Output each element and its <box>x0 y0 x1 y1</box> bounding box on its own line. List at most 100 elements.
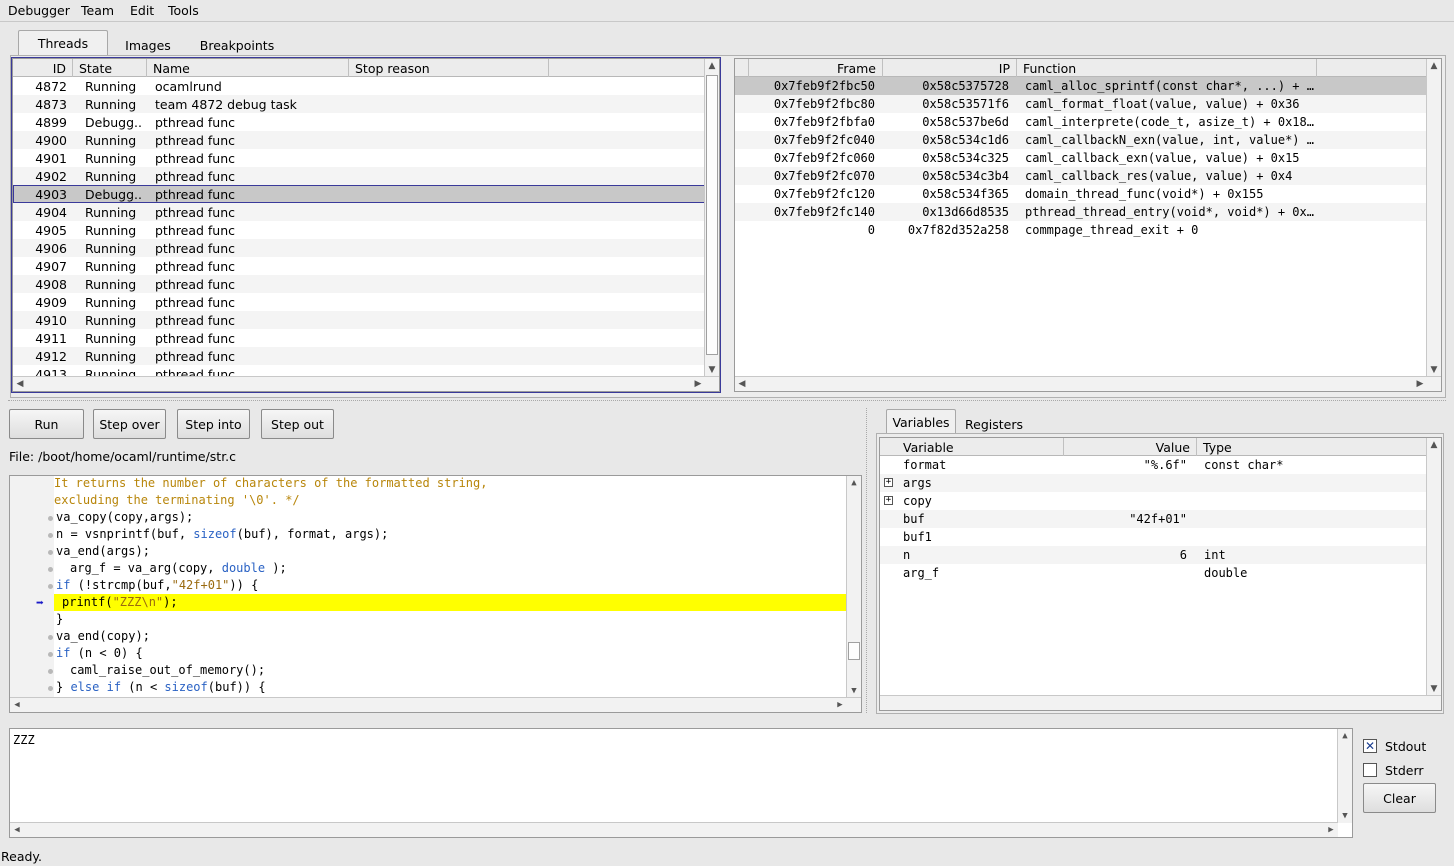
breakpoint-marker-icon[interactable] <box>48 686 53 691</box>
stdout-checkbox[interactable]: ✕ <box>1363 739 1377 753</box>
variables-hscrollbar[interactable] <box>880 695 1441 710</box>
threads-vscrollbar[interactable]: ▲ ▼ <box>704 59 719 377</box>
thread-row[interactable]: 4910 Running pthread func <box>13 311 705 329</box>
thread-row[interactable]: 4906 Running pthread func <box>13 239 705 257</box>
variable-row[interactable]: n 6 int <box>880 546 1426 564</box>
variable-row[interactable]: + copy <box>880 492 1426 510</box>
tab-images[interactable]: Images <box>114 32 182 56</box>
col-name[interactable]: Name <box>147 59 349 77</box>
stack-frame-row[interactable]: 0x7feb9f2fc060 0x58c534c325 caml_callback_… <box>735 149 1427 167</box>
console-vscrollbar[interactable]: ▲ ▼ <box>1337 729 1352 823</box>
code-hscrollbar[interactable]: ◀ ▶ <box>10 697 861 712</box>
scroll-up-icon[interactable]: ▲ <box>1427 59 1441 73</box>
console-output[interactable]: ZZZ ▲ ▼ ◀ ▶ <box>9 728 1353 838</box>
stack-frame-row[interactable]: 0x7feb9f2fbc50 0x58c5375728 caml_alloc_spr… <box>735 77 1427 95</box>
stderr-checkbox[interactable] <box>1363 763 1377 777</box>
breakpoint-marker-icon[interactable] <box>48 533 53 538</box>
scroll-down-icon[interactable]: ▼ <box>1427 363 1441 377</box>
stack-frame-row[interactable]: 0x7feb9f2fbc80 0x58c53571f6 caml_format_fl… <box>735 95 1427 113</box>
scroll-up-icon[interactable]: ▲ <box>1338 729 1352 743</box>
tab-registers[interactable]: Registers <box>962 411 1026 435</box>
breakpoint-marker-icon[interactable] <box>48 567 53 572</box>
stack-hscrollbar[interactable]: ◀ ▶ <box>735 376 1441 391</box>
stack-frame-row[interactable]: 0x7feb9f2fc040 0x58c534c1d6 caml_callbackN… <box>735 131 1427 149</box>
scroll-up-icon[interactable]: ▲ <box>1427 438 1441 452</box>
code-line[interactable]: It returns the number of characters of t… <box>54 476 487 492</box>
thread-row[interactable]: 4901 Running pthread func <box>13 149 705 167</box>
scroll-left-icon[interactable]: ◀ <box>10 698 24 712</box>
code-line[interactable]: va_copy(copy,args); <box>56 509 193 526</box>
col-type[interactable]: Type <box>1197 438 1427 456</box>
scroll-up-icon[interactable]: ▲ <box>847 476 861 490</box>
menu-tools[interactable]: Tools <box>168 3 199 18</box>
thread-row[interactable]: 4872 Running ocamlrund <box>13 77 705 95</box>
threads-vscroll-thumb[interactable] <box>706 75 718 355</box>
breakpoint-marker-icon[interactable] <box>48 550 53 555</box>
vertical-splitter[interactable] <box>866 408 867 713</box>
breakpoint-marker-icon[interactable] <box>48 669 53 674</box>
variable-row[interactable]: arg_f double <box>880 564 1426 582</box>
stack-frame-row[interactable]: 0x7feb9f2fc120 0x58c534f365 domain_thread_… <box>735 185 1427 203</box>
console-hscrollbar[interactable]: ◀ ▶ <box>10 822 1338 837</box>
thread-row[interactable]: 4905 Running pthread func <box>13 221 705 239</box>
thread-row[interactable]: 4900 Running pthread func <box>13 131 705 149</box>
code-line[interactable]: n = vsnprintf(buf, sizeof(buf), format, … <box>56 526 388 543</box>
code-line[interactable]: } <box>56 611 63 628</box>
col-state[interactable]: State <box>73 59 147 77</box>
menu-team[interactable]: Team <box>81 3 114 18</box>
scroll-left-icon[interactable]: ◀ <box>10 823 24 837</box>
step-over-button[interactable]: Step over <box>93 409 166 439</box>
scroll-down-icon[interactable]: ▼ <box>705 363 719 377</box>
scroll-up-icon[interactable]: ▲ <box>705 59 719 73</box>
thread-row[interactable]: 4912 Running pthread func <box>13 347 705 365</box>
expand-icon[interactable]: + <box>884 496 893 505</box>
thread-row[interactable]: 4909 Running pthread func <box>13 293 705 311</box>
scroll-right-icon[interactable]: ▶ <box>833 698 847 712</box>
col-function[interactable]: Function <box>1017 59 1317 77</box>
code-line[interactable]: arg_f = va_arg(copy, double ); <box>70 560 287 577</box>
variables-vscrollbar[interactable]: ▲ ▼ <box>1426 438 1441 696</box>
horizontal-splitter[interactable] <box>8 400 1446 401</box>
code-line[interactable]: va_end(copy); <box>56 628 150 645</box>
thread-row[interactable]: 4907 Running pthread func <box>13 257 705 275</box>
col-value[interactable]: Value <box>1064 438 1197 456</box>
tab-threads[interactable]: Threads <box>18 30 108 56</box>
thread-row[interactable]: 4904 Running pthread func <box>13 203 705 221</box>
step-into-button[interactable]: Step into <box>177 409 250 439</box>
code-line[interactable]: va_end(args); <box>56 543 150 560</box>
thread-row[interactable]: 4902 Running pthread func <box>13 167 705 185</box>
breakpoint-marker-icon[interactable] <box>48 652 53 657</box>
thread-row[interactable]: 4899 Debugg... pthread func <box>13 113 705 131</box>
clear-button[interactable]: Clear <box>1363 783 1436 813</box>
code-line[interactable]: printf("ZZZ\n"); <box>54 594 848 611</box>
run-button[interactable]: Run <box>9 409 84 439</box>
variable-row[interactable]: buf1 <box>880 528 1426 546</box>
col-stop-reason[interactable]: Stop reason <box>349 59 549 77</box>
breakpoint-marker-icon[interactable] <box>48 635 53 640</box>
code-vscrollbar[interactable]: ▲ ▼ <box>846 476 861 698</box>
thread-row[interactable]: 4908 Running pthread func <box>13 275 705 293</box>
code-line[interactable]: if (n < 0) { <box>56 645 143 662</box>
scroll-right-icon[interactable]: ▶ <box>1324 823 1338 837</box>
code-line[interactable]: } else if (n < sizeof(buf)) { <box>56 679 266 696</box>
code-vscroll-thumb[interactable] <box>848 642 860 660</box>
menu-edit[interactable]: Edit <box>130 3 154 18</box>
col-id[interactable]: ID <box>13 59 73 77</box>
scroll-right-icon[interactable]: ▶ <box>1413 377 1427 391</box>
breakpoint-marker-icon[interactable] <box>48 516 53 521</box>
step-out-button[interactable]: Step out <box>261 409 334 439</box>
breakpoint-marker-icon[interactable] <box>48 584 53 589</box>
threads-hscrollbar[interactable]: ◀ ▶ <box>13 376 719 391</box>
variable-row[interactable]: + args <box>880 474 1426 492</box>
variable-row[interactable]: format "%.6f" const char* <box>880 456 1426 474</box>
tab-variables[interactable]: Variables <box>886 409 956 435</box>
stack-vscrollbar[interactable]: ▲ ▼ <box>1426 59 1441 377</box>
scroll-left-icon[interactable]: ◀ <box>735 377 749 391</box>
col-variable[interactable]: Variable <box>880 438 1064 456</box>
menu-debugger[interactable]: Debugger <box>8 3 70 18</box>
code-line[interactable]: excluding the terminating '\0'. */ <box>54 492 300 509</box>
scroll-down-icon[interactable]: ▼ <box>1338 809 1352 823</box>
col-ip[interactable]: IP <box>883 59 1017 77</box>
stack-frame-row[interactable]: 0x7feb9f2fbfa0 0x58c537be6d caml_interpret… <box>735 113 1427 131</box>
code-line[interactable]: if (!strcmp(buf,"42f+01")) { <box>56 577 258 594</box>
